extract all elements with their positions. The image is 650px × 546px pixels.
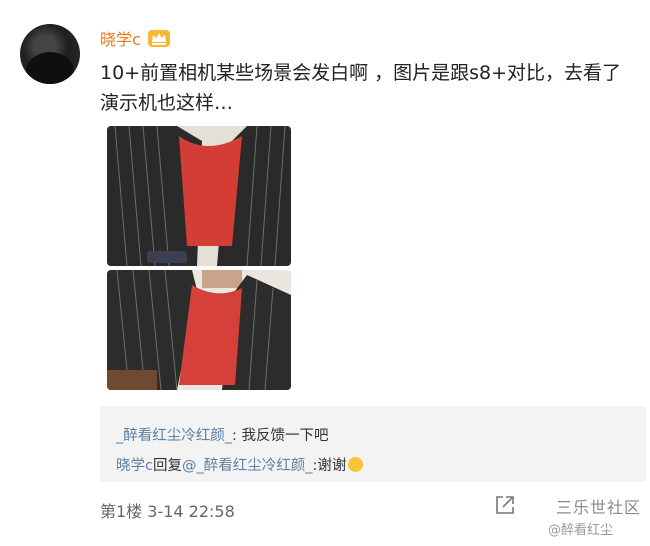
reply-mention[interactable]: @_醉看红尘冷红颜_ (182, 458, 313, 474)
avatar[interactable] (20, 24, 80, 84)
comment-text: 谢谢 (317, 458, 347, 474)
post-photo-1[interactable] (107, 126, 291, 266)
share-icon[interactable] (494, 494, 516, 516)
comment-author[interactable]: 晓学c (116, 458, 153, 474)
comment-2: 晓学c回复@_醉看红尘冷红颜_:谢谢 (116, 454, 364, 475)
comment-text: 我反馈一下吧 (241, 428, 329, 444)
post-content: 10+前置相机某些场景会发白啊 ，图片是跟s8+对比，去看了演示机也这样… (100, 62, 622, 114)
emoji-icon (348, 457, 364, 472)
post-author[interactable]: 晓学c (100, 26, 171, 50)
post-meta: 第1楼 3-14 22:58 (100, 502, 235, 521)
post-photo-2[interactable] (107, 270, 291, 390)
forum-watermark: 三乐世社区 (556, 498, 642, 517)
crown-icon (147, 28, 171, 48)
username[interactable]: 晓学c (100, 26, 141, 50)
comment-1: _醉看红尘冷红颜_: 我反馈一下吧 (116, 428, 329, 444)
comment-box: _醉看红尘冷红颜_: 我反馈一下吧 晓学c回复@_醉看红尘冷红颜_:谢谢 (100, 406, 646, 482)
image-watermark: @醉看红尘 (548, 523, 614, 538)
comment-author[interactable]: _醉看红尘冷红颜_ (116, 428, 232, 444)
